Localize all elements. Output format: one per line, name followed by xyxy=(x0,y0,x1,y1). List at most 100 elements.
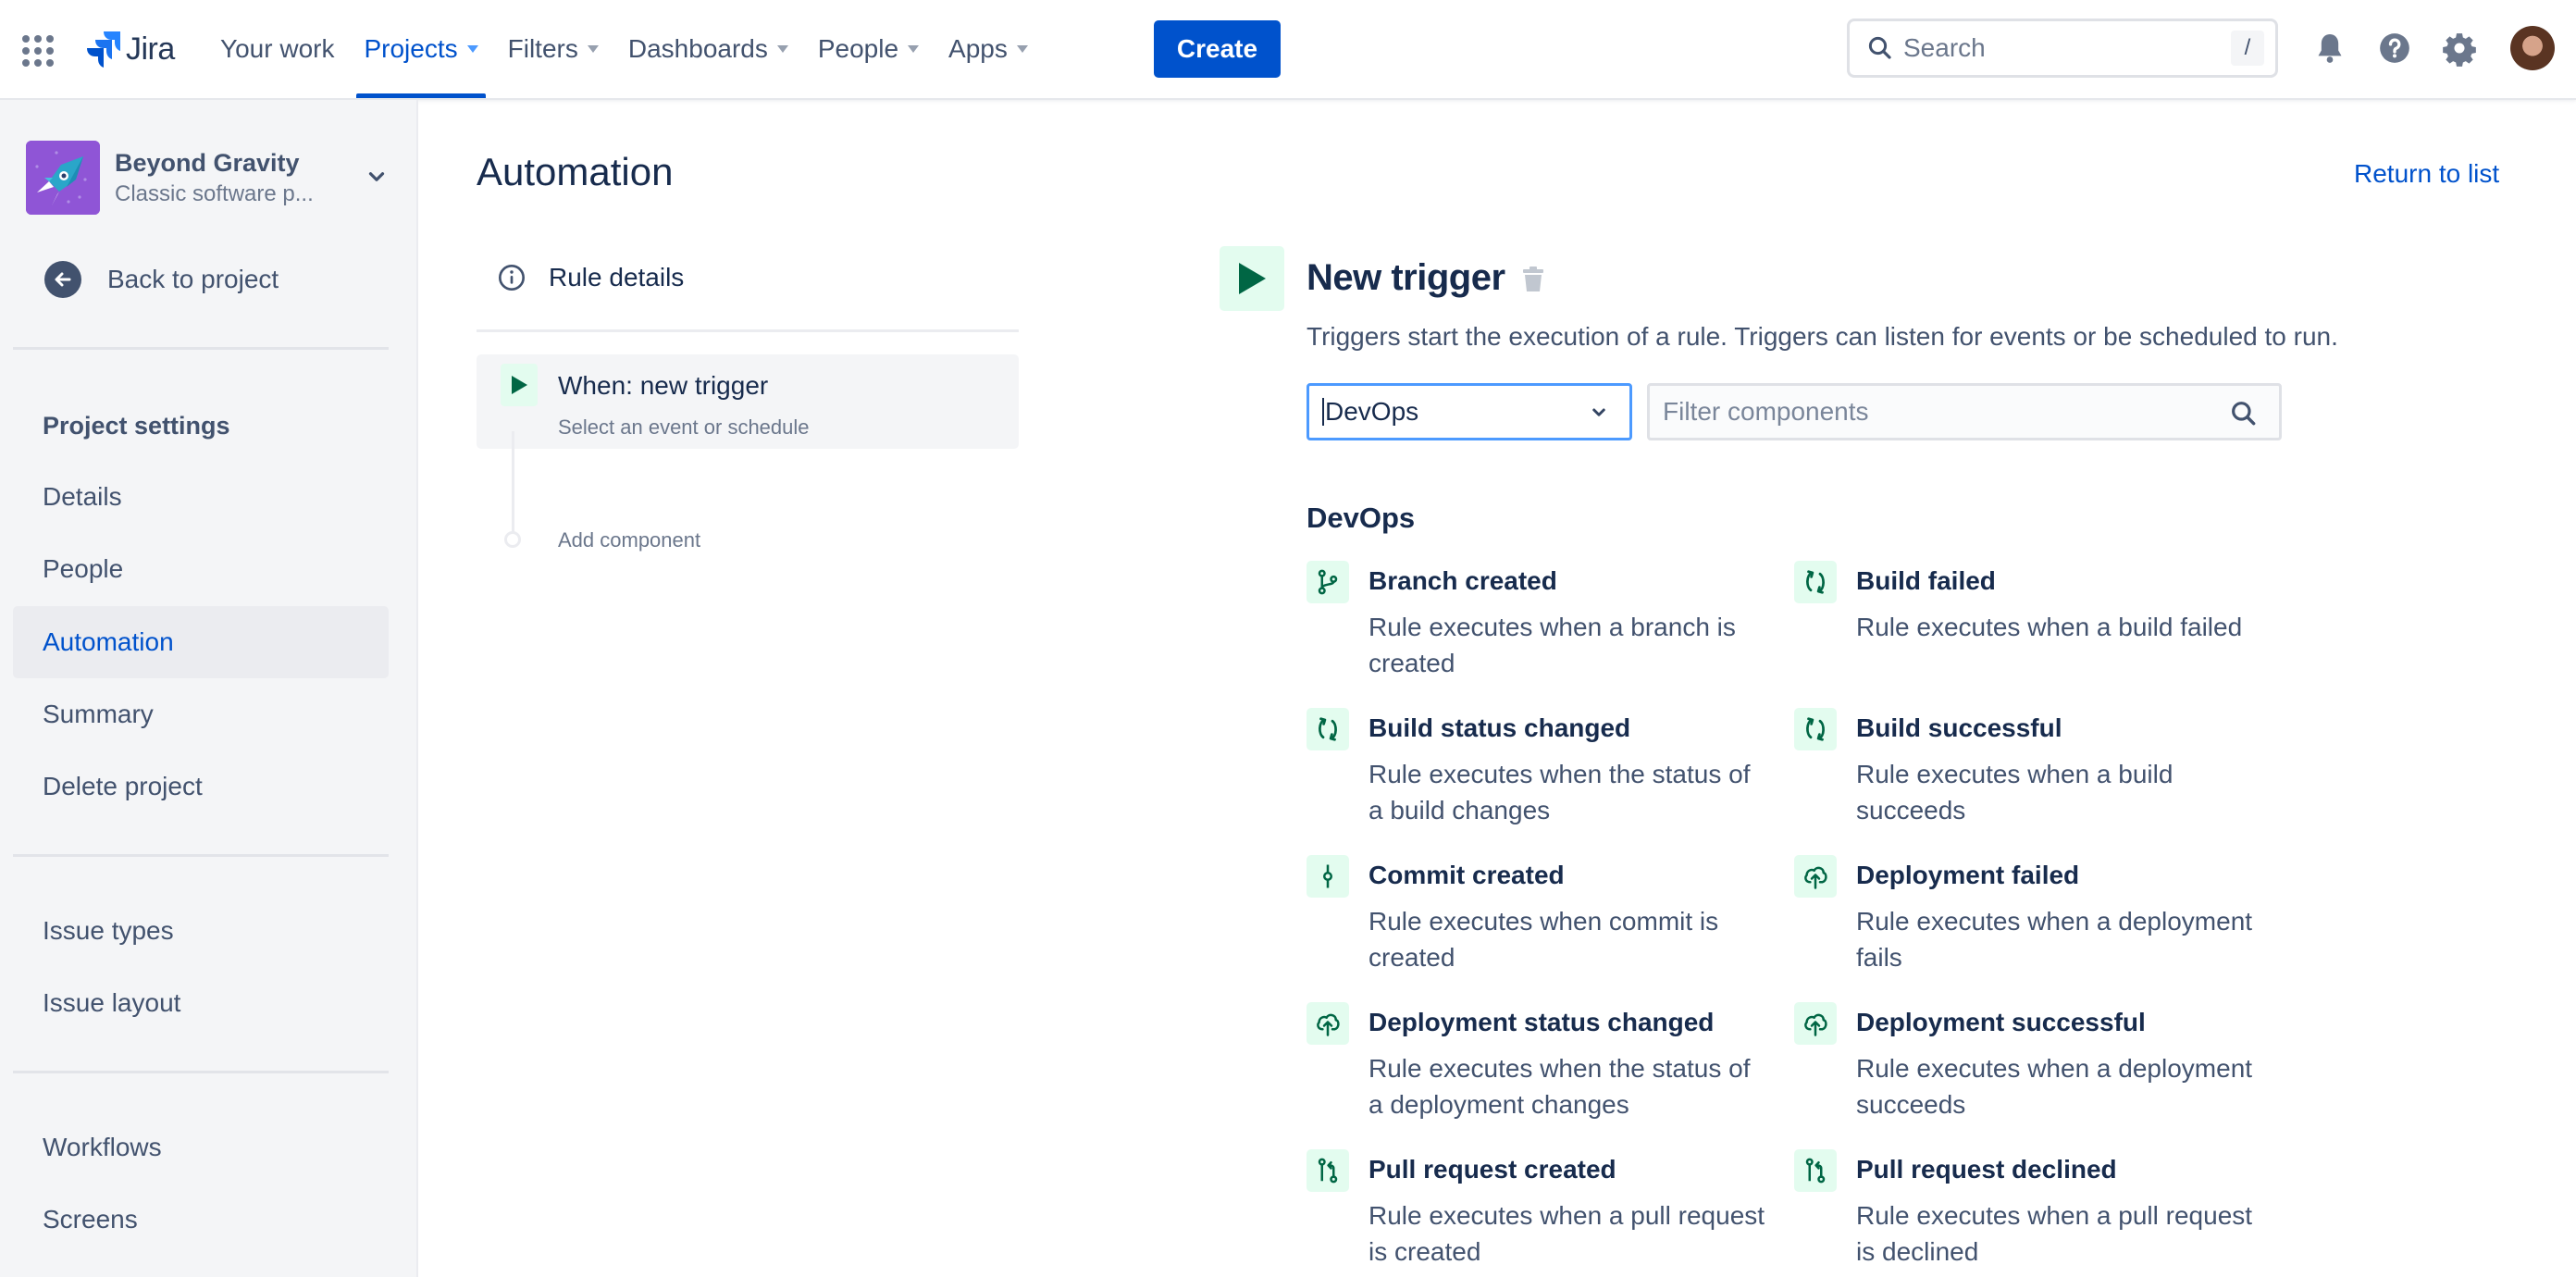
trigger-component-item[interactable]: Deployment successful Rule executes when … xyxy=(1777,1002,2259,1132)
component-description: Rule executes when a deployment fails xyxy=(1856,907,2253,972)
search-shortcut-hint: / xyxy=(2231,31,2264,66)
jira-logo[interactable]: Jira xyxy=(83,28,175,70)
create-button[interactable]: Create xyxy=(1154,20,1281,78)
add-component-link[interactable]: Add component xyxy=(558,528,700,552)
trigger-play-icon xyxy=(1220,246,1284,311)
deployment-icon xyxy=(1794,855,1837,898)
sidebar-item-issue-layout[interactable]: Issue layout xyxy=(13,967,389,1039)
rule-details-item[interactable]: Rule details xyxy=(477,250,1019,305)
trigger-component-item[interactable]: Pull request created Rule executes when a… xyxy=(1290,1149,1771,1277)
sidebar-heading: Project settings xyxy=(43,412,230,440)
component-title: Commit created xyxy=(1368,861,1565,889)
category-select-value: DevOps xyxy=(1322,398,1418,426)
sidebar-item-people[interactable]: People xyxy=(13,533,389,605)
trigger-component-item[interactable]: Commit created Rule executes when commit … xyxy=(1290,855,1771,985)
nav-label: Dashboards xyxy=(627,34,768,63)
nav-apps[interactable]: Apps xyxy=(934,0,1043,98)
sidebar-item-details[interactable]: Details xyxy=(13,461,389,533)
search-icon xyxy=(2229,399,2259,428)
nav-filters[interactable]: Filters xyxy=(493,0,613,98)
top-navigation-bar: Jira Your work Projects Filters Dashboar… xyxy=(0,0,2576,100)
project-name: Beyond Gravity xyxy=(115,148,300,177)
project-switcher[interactable]: Beyond Gravity Classic software p... xyxy=(26,141,396,215)
user-avatar[interactable] xyxy=(2510,26,2555,70)
trigger-component-item[interactable]: Build successful Rule executes when a bui… xyxy=(1777,708,2259,837)
back-to-project-link[interactable]: Back to project xyxy=(44,261,279,298)
component-description: Rule executes when a pull request is dec… xyxy=(1856,1201,2253,1266)
sidebar-item-delete-project[interactable]: Delete project xyxy=(13,750,389,823)
branch-icon xyxy=(1307,561,1349,603)
component-title: Deployment failed xyxy=(1856,861,2080,889)
sidebar-item-workflows[interactable]: Workflows xyxy=(13,1111,389,1184)
caret-down-icon xyxy=(587,45,599,53)
app-name: Jira xyxy=(126,31,175,67)
nav-label: Your work xyxy=(220,34,335,63)
notifications-icon[interactable] xyxy=(2310,28,2350,68)
help-icon[interactable] xyxy=(2374,28,2415,68)
component-description: Rule executes when the status of a build… xyxy=(1368,760,1751,824)
pull-request-icon xyxy=(1794,1149,1837,1192)
trigger-card-subtitle: Select an event or schedule xyxy=(558,415,810,439)
component-section-title: DevOps xyxy=(1307,502,1416,534)
new-trigger-description: Triggers start the execution of a rule. … xyxy=(1307,322,2338,351)
arrow-left-icon xyxy=(44,261,81,298)
trigger-component-item[interactable]: Build status changed Rule executes when t… xyxy=(1290,708,1771,837)
pull-request-icon xyxy=(1307,1149,1349,1192)
component-description: Rule executes when a pull request is cre… xyxy=(1368,1201,1765,1266)
nav-dashboards[interactable]: Dashboards xyxy=(613,0,803,98)
component-title: Build status changed xyxy=(1368,713,1631,742)
trigger-component-item[interactable]: Deployment status changed Rule executes w… xyxy=(1290,1002,1771,1132)
trigger-component-item[interactable]: Build failed Rule executes when a build f… xyxy=(1777,561,2259,690)
chevron-down-icon xyxy=(1592,408,1605,416)
build-icon xyxy=(1307,708,1349,750)
caret-down-icon xyxy=(908,45,920,53)
page-title: Automation xyxy=(477,150,674,193)
build-icon xyxy=(1794,708,1837,750)
caret-down-icon xyxy=(776,45,788,53)
sidebar-item-automation[interactable]: Automation xyxy=(13,606,389,678)
jira-logo-icon xyxy=(87,31,120,68)
trigger-card[interactable]: When: new trigger Select an event or sch… xyxy=(477,354,1019,449)
caret-down-icon xyxy=(466,45,478,53)
play-icon xyxy=(501,364,538,406)
sidebar-item-screens[interactable]: Screens xyxy=(13,1184,389,1256)
trigger-component-item[interactable]: Branch created Rule executes when a branc… xyxy=(1290,561,1771,690)
rule-panel-divider xyxy=(477,329,1019,332)
nav-your-work[interactable]: Your work xyxy=(205,0,349,98)
deployment-icon xyxy=(1794,1002,1837,1045)
trigger-component-item[interactable]: Deployment failed Rule executes when a de… xyxy=(1777,855,2259,985)
component-title: Deployment status changed xyxy=(1368,1008,1715,1036)
component-description: Rule executes when a deployment succeeds xyxy=(1856,1054,2253,1119)
sidebar-item-summary[interactable]: Summary xyxy=(13,678,389,750)
settings-icon[interactable] xyxy=(2439,28,2480,68)
nav-label: Apps xyxy=(948,34,1008,63)
nav-label: Filters xyxy=(507,34,578,63)
project-avatar-rocket-icon xyxy=(26,141,100,215)
sidebar-item-issue-types[interactable]: Issue types xyxy=(13,895,389,967)
component-title: Deployment successful xyxy=(1856,1008,2146,1036)
rule-details-label: Rule details xyxy=(549,263,685,291)
filter-components-input[interactable]: Filter components xyxy=(1647,383,2282,440)
flow-node-circle-icon xyxy=(504,531,521,548)
filter-components-placeholder: Filter components xyxy=(1663,397,1869,426)
chevron-down-icon xyxy=(368,172,385,181)
nav-people[interactable]: People xyxy=(803,0,934,98)
search-input[interactable]: Search / xyxy=(1847,19,2278,78)
component-title: Pull request created xyxy=(1368,1155,1616,1184)
search-placeholder: Search xyxy=(1903,33,1986,62)
trash-icon[interactable] xyxy=(1520,266,1546,293)
return-to-list-link[interactable]: Return to list xyxy=(2354,159,2499,189)
component-description: Rule executes when a build succeeds xyxy=(1856,760,2174,824)
component-title: Pull request declined xyxy=(1856,1155,2117,1184)
nav-projects[interactable]: Projects xyxy=(349,0,492,98)
new-trigger-title: New trigger xyxy=(1307,257,1505,298)
nav-label: Projects xyxy=(364,34,458,63)
flow-connector-line xyxy=(512,431,514,535)
component-description: Rule executes when commit is created xyxy=(1368,907,1719,972)
component-title: Build failed xyxy=(1856,566,1996,595)
component-title: Branch created xyxy=(1368,566,1557,595)
deployment-icon xyxy=(1307,1002,1349,1045)
trigger-component-item[interactable]: Pull request declined Rule executes when … xyxy=(1777,1149,2259,1277)
category-select[interactable]: DevOps xyxy=(1307,383,1632,440)
app-switcher-icon[interactable] xyxy=(20,33,54,67)
